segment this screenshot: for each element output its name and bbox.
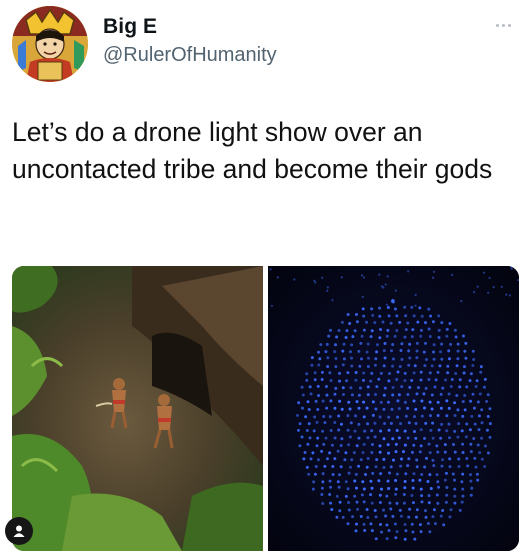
user-handle[interactable]: @RulerOfHumanity [103,44,277,67]
cartoon-ruler-avatar-icon [12,6,88,82]
tweet-card: Big E @RulerOfHumanity Let’s do a drone … [0,0,530,556]
jungle-tribe-photo[interactable] [12,266,263,551]
tweet-text: Let’s do a drone light show over an unco… [12,114,522,188]
drone-face-photo[interactable] [268,266,519,551]
avatar[interactable] [12,6,88,82]
media-grid[interactable] [12,266,519,551]
user-badge-icon[interactable] [5,517,33,545]
display-name[interactable]: Big E [103,15,157,39]
more-dots-icon[interactable] [488,20,518,30]
